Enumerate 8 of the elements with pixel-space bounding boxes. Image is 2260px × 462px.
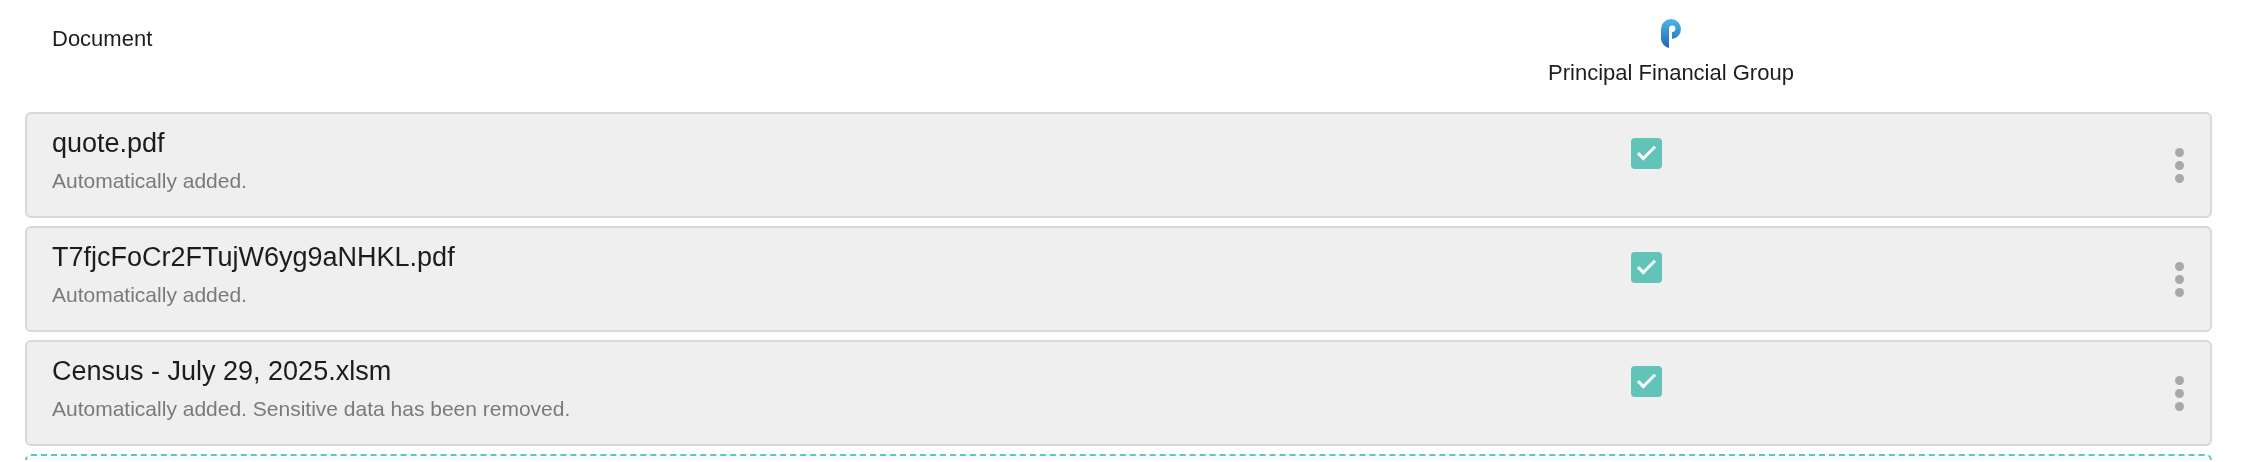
document-note: Automatically added. Sensitive data has been removed. [52, 396, 571, 423]
document-note: Automatically added. [52, 168, 247, 195]
document-name: quote.pdf [52, 127, 165, 161]
document-note: Automatically added. [52, 282, 247, 309]
column-header: Principal Financial Group [1548, 59, 1794, 87]
document-name: T7fjcFoCr2FTujW6yg9aNHKL.pdf [52, 241, 455, 275]
document-name: Census - July 29, 2025.xlsm [52, 355, 392, 389]
column-header: Document [52, 26, 153, 51]
